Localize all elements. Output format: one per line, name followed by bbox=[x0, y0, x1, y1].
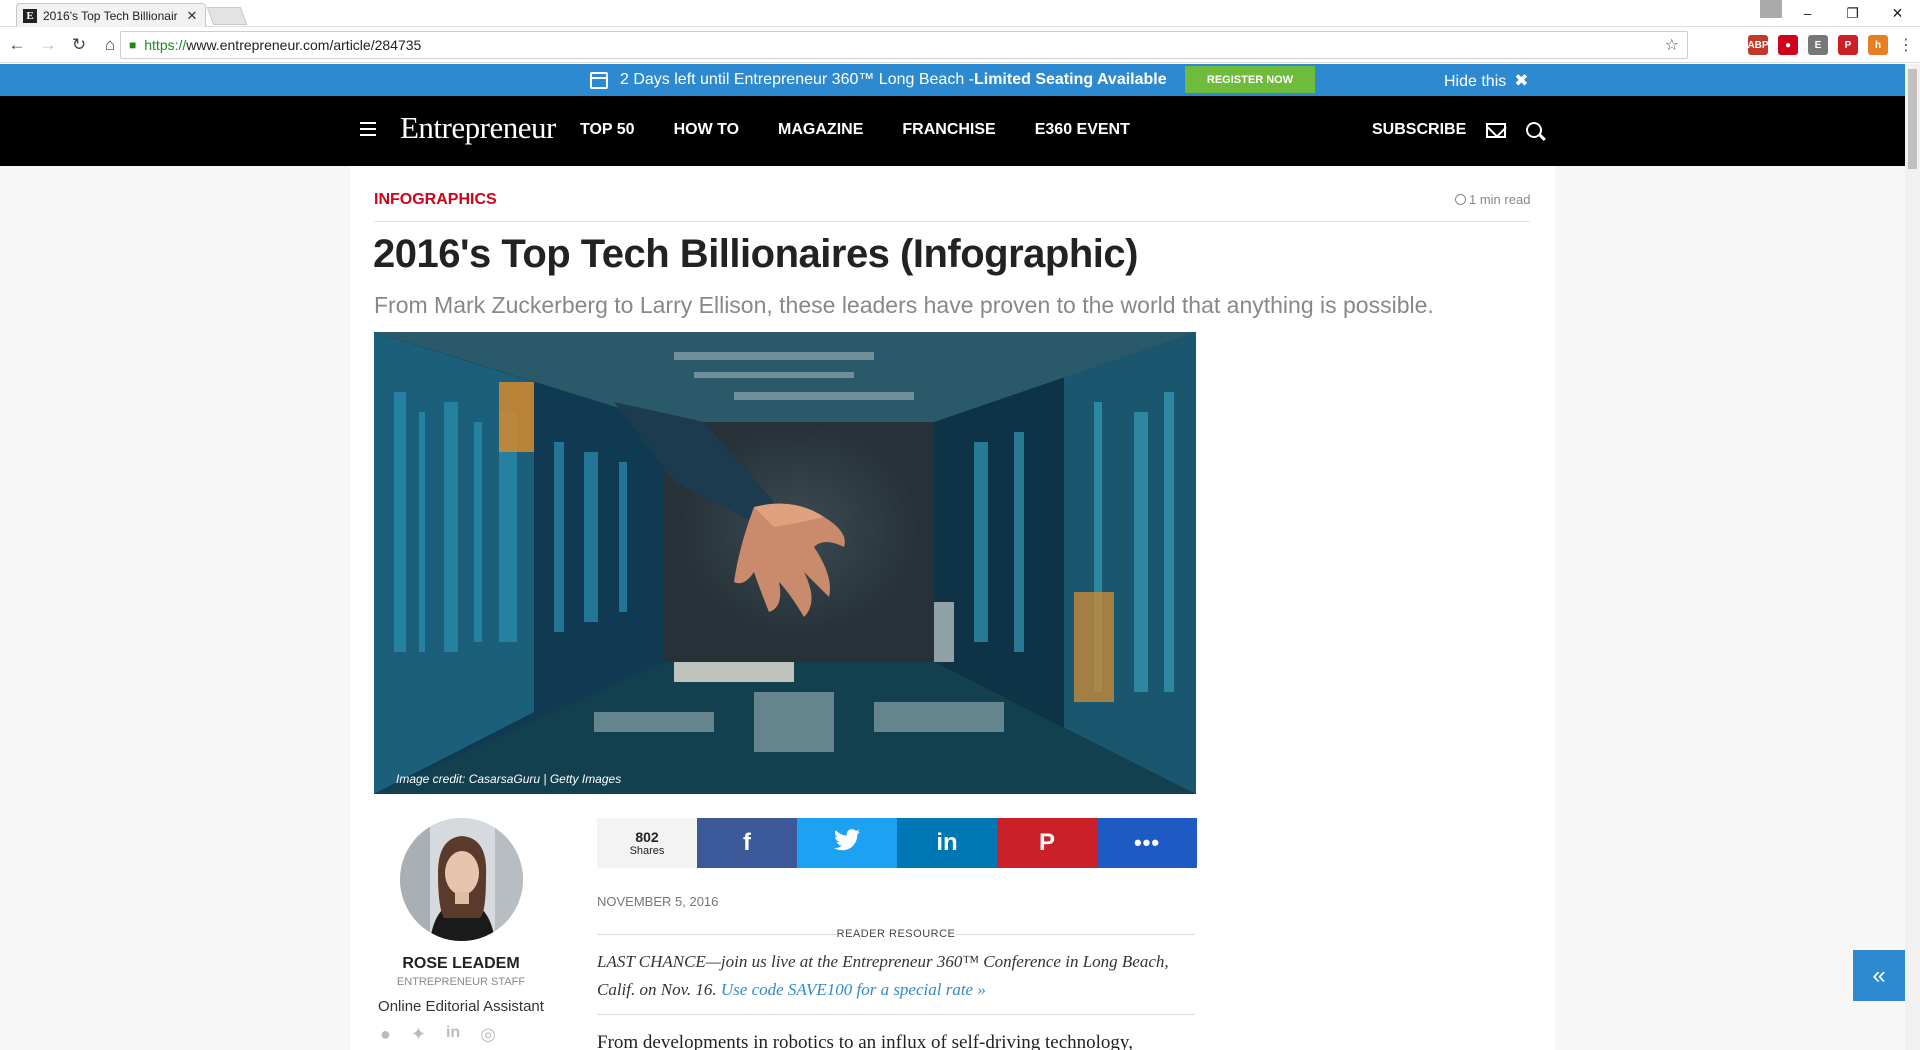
linkedin-icon: in bbox=[936, 829, 958, 856]
calendar-icon bbox=[590, 71, 608, 89]
entrepreneur-favicon-icon: E bbox=[23, 8, 37, 23]
new-tab-button[interactable] bbox=[206, 7, 248, 25]
close-icon: ✖ bbox=[1514, 71, 1529, 90]
page-scrollbar[interactable] bbox=[1905, 64, 1920, 1050]
author-avatar[interactable] bbox=[400, 818, 523, 941]
restore-button[interactable]: ❐ bbox=[1830, 0, 1875, 26]
hide-promo-button[interactable]: Hide this ✖ bbox=[1444, 71, 1529, 91]
circuit-board-illustration bbox=[374, 332, 1196, 794]
reload-icon[interactable]: ↻ bbox=[65, 35, 93, 55]
linkedin-share-button[interactable]: in bbox=[897, 818, 997, 868]
scrollbar-thumb[interactable] bbox=[1908, 69, 1917, 169]
address-bar[interactable]: ■ https://www.entrepreneur.com/article/2… bbox=[120, 31, 1688, 59]
hamburger-menu-icon[interactable] bbox=[360, 122, 376, 136]
article-body-paragraph: From developments in robotics to an infl… bbox=[597, 1032, 1133, 1050]
url-protocol: https:// bbox=[144, 37, 187, 53]
reader-resource-label: READER RESOURCE bbox=[597, 928, 1195, 940]
share-count-label: Shares bbox=[629, 845, 665, 857]
read-time-text: 1 min read bbox=[1469, 192, 1531, 207]
browser-toolbar: ← → ↻ ⌂ ■ https://www.entrepreneur.com/a… bbox=[0, 27, 1920, 63]
nav-link-franchise[interactable]: FRANCHISE bbox=[902, 121, 995, 139]
linkedin-icon[interactable]: in bbox=[446, 1024, 460, 1045]
article-date: NOVEMBER 5, 2016 bbox=[597, 894, 719, 909]
share-count: 802 Shares bbox=[597, 818, 697, 868]
conference-promo: LAST CHANCE—join us live at the Entrepre… bbox=[597, 948, 1197, 1004]
nav-link-howto[interactable]: HOW TO bbox=[674, 121, 739, 139]
author-name[interactable]: ROSE LEADEM bbox=[374, 955, 548, 973]
twitter-bird-icon bbox=[834, 828, 860, 858]
site-navigation: Entrepreneur TOP 50 HOW TO MAGAZINE FRAN… bbox=[0, 96, 1905, 166]
article-subhead: From Mark Zuckerberg to Larry Ellison, t… bbox=[374, 292, 1434, 318]
image-credit: Image credit: CasarsaGuru | Getty Images bbox=[396, 772, 622, 786]
reader-resource-text: READER RESOURCE bbox=[836, 928, 956, 940]
pinterest-share-button[interactable]: P bbox=[997, 818, 1097, 868]
read-time: 1 min read bbox=[1455, 192, 1530, 207]
author-photo bbox=[400, 818, 523, 941]
hero-image: Image credit: CasarsaGuru | Getty Images bbox=[374, 332, 1196, 794]
clock-icon bbox=[1455, 194, 1466, 205]
lastpass-icon[interactable]: ● bbox=[1778, 35, 1798, 55]
browser-menu-icon[interactable]: ⋮ bbox=[1898, 35, 1914, 55]
share-bar: 802 Shares f in P ••• bbox=[597, 818, 1197, 868]
back-icon[interactable]: ← bbox=[3, 35, 31, 55]
pinterest-ext-icon[interactable]: P bbox=[1838, 35, 1858, 55]
mail-icon[interactable] bbox=[1486, 123, 1506, 138]
nav-links: TOP 50 HOW TO MAGAZINE FRANCHISE E360 EV… bbox=[580, 121, 1169, 139]
close-window-button[interactable]: ✕ bbox=[1875, 0, 1920, 26]
comment-icon[interactable]: ● bbox=[380, 1024, 391, 1045]
more-share-button[interactable]: ••• bbox=[1097, 818, 1197, 868]
url-text: www.entrepreneur.com/article/284735 bbox=[186, 37, 422, 53]
promo-text[interactable]: 2 Days left until Entrepreneur 360™ Long… bbox=[590, 71, 1167, 89]
promo-code-link[interactable]: Use code SAVE100 for a special rate » bbox=[721, 980, 986, 999]
author-role: ENTREPRENEUR STAFF bbox=[396, 976, 526, 988]
double-chevron-left-icon: « bbox=[1872, 961, 1886, 989]
adblock-icon[interactable]: ABP bbox=[1747, 35, 1769, 55]
register-now-button[interactable]: REGISTER NOW bbox=[1185, 66, 1315, 93]
tab-close-icon[interactable]: ✕ bbox=[185, 8, 199, 24]
collapse-sidebar-button[interactable]: « bbox=[1853, 950, 1905, 1001]
promo-divider bbox=[597, 1014, 1195, 1015]
instagram-icon[interactable]: ◎ bbox=[480, 1024, 496, 1045]
facebook-share-button[interactable]: f bbox=[697, 818, 797, 868]
site-logo[interactable]: Entrepreneur bbox=[400, 110, 556, 146]
twitter-share-button[interactable] bbox=[797, 818, 897, 868]
bookmark-star-icon[interactable]: ☆ bbox=[1665, 35, 1679, 55]
lock-icon: ■ bbox=[129, 38, 137, 52]
honey-ext-icon[interactable]: h bbox=[1868, 35, 1888, 55]
promo-bold-text: Limited Seating Available bbox=[973, 71, 1167, 88]
forward-icon[interactable]: → bbox=[34, 35, 62, 55]
more-dots-icon: ••• bbox=[1133, 830, 1161, 855]
extension-icons: ABP ● E Ph ⋮ bbox=[1747, 35, 1914, 55]
browser-tabstrip: E 2016's Top Tech Billionair ✕ – ❐ ✕ bbox=[0, 0, 1920, 27]
browser-tab[interactable]: E 2016's Top Tech Billionair ✕ bbox=[16, 3, 206, 27]
event-promo-bar: 2 Days left until Entrepreneur 360™ Long… bbox=[0, 64, 1905, 96]
facebook-icon: f bbox=[743, 829, 751, 856]
subscribe-link[interactable]: SUBSCRIBE bbox=[1372, 121, 1466, 139]
nav-link-e360-event[interactable]: E360 EVENT bbox=[1035, 121, 1130, 139]
bookmark-ext-icon[interactable]: E bbox=[1808, 35, 1828, 55]
pinterest-icon: P bbox=[1038, 829, 1055, 856]
window-controls: – ❐ ✕ bbox=[1785, 0, 1920, 26]
article-headline: 2016's Top Tech Billionaires (Infographi… bbox=[373, 232, 1138, 276]
nav-link-top50[interactable]: TOP 50 bbox=[580, 121, 635, 139]
minimize-button[interactable]: – bbox=[1785, 0, 1830, 26]
twitter-icon[interactable]: ✦ bbox=[411, 1024, 426, 1045]
share-count-number: 802 bbox=[635, 829, 659, 845]
header-divider bbox=[374, 221, 1530, 222]
search-icon[interactable] bbox=[1526, 122, 1542, 138]
nav-link-magazine[interactable]: MAGAZINE bbox=[778, 121, 863, 139]
article-category[interactable]: INFOGRAPHICS bbox=[374, 191, 497, 209]
author-title: Online Editorial Assistant bbox=[378, 998, 544, 1015]
hide-label: Hide this bbox=[1444, 73, 1507, 90]
profile-icon[interactable] bbox=[1760, 0, 1782, 18]
author-social-links: ● ✦ in ◎ bbox=[380, 1024, 496, 1045]
tab-title: 2016's Top Tech Billionair bbox=[43, 8, 178, 23]
promo-main-text: 2 Days left until Entrepreneur 360™ Long… bbox=[620, 71, 974, 88]
